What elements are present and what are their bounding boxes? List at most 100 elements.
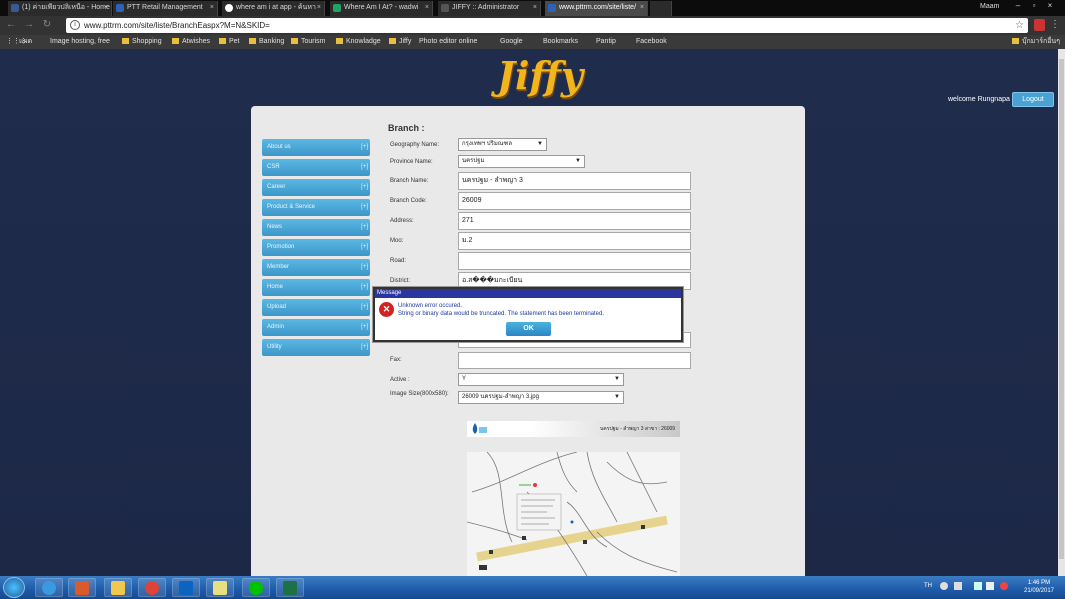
sidebar-item-news[interactable]: News [+] (262, 219, 370, 236)
close-window-icon[interactable]: × (1042, 0, 1058, 12)
bookmark-folder[interactable]: Atwishes (172, 35, 210, 49)
sidebar-item-admin[interactable]: Admin [+] (262, 319, 370, 336)
taskbar-outlook[interactable] (172, 578, 200, 597)
ok-button[interactable]: OK (506, 322, 551, 336)
logout-button[interactable]: Logout (1012, 92, 1054, 107)
network-icon[interactable] (974, 582, 982, 590)
tab-label: Where Am I At? - wadwi (344, 4, 419, 11)
sidebar-item-member[interactable]: Member [+] (262, 259, 370, 276)
taskbar-app[interactable] (68, 578, 96, 597)
bookmark-item[interactable]: Bookmarks (543, 35, 578, 49)
taskbar-chrome[interactable] (138, 578, 166, 597)
back-icon[interactable]: ← (4, 19, 18, 32)
bookmark-star-icon[interactable]: ☆ (1015, 18, 1024, 33)
new-tab-button[interactable] (650, 1, 672, 16)
browser-tab-active[interactable]: www.pttrm.com/site/liste/ × (545, 1, 648, 16)
sidebar-item-career[interactable]: Career [+] (262, 179, 370, 196)
bookmark-item[interactable]: Pantip (596, 35, 616, 49)
info-icon[interactable]: i (70, 20, 80, 30)
forward-icon[interactable]: → (22, 19, 36, 32)
taskbar-ie[interactable] (35, 578, 63, 597)
scrollbar-thumb[interactable] (1059, 59, 1064, 559)
close-tab-icon[interactable]: × (533, 1, 537, 15)
taskbar-line[interactable] (242, 578, 270, 597)
language-indicator[interactable]: TH (924, 583, 932, 589)
taskbar-excel[interactable] (276, 578, 304, 597)
sidebar-item-promotion[interactable]: Promotion [+] (262, 239, 370, 256)
sidebar-item-product-service[interactable]: Product & Service [+] (262, 199, 370, 216)
error-message-dialog: Message ✕ Unknown error occured. String … (373, 287, 683, 342)
bookmark-item[interactable]: Google (500, 35, 523, 49)
address-bar[interactable]: i www.pttrm.com/site/liste/BranchEaspx?M… (66, 18, 1028, 33)
keyboard-icon[interactable] (954, 582, 962, 590)
expand-icon: [+] (361, 344, 368, 350)
jiffy-logo[interactable]: Jiffy (497, 52, 583, 104)
province-label: Province Name: (390, 159, 433, 165)
address-input[interactable]: 271 (458, 212, 691, 230)
sidebar-item-about-us[interactable]: About us [+] (262, 139, 370, 156)
tab-label: www.pttrm.com/site/liste/ (559, 4, 637, 11)
expand-icon: [+] (361, 324, 368, 330)
geography-select[interactable]: กรุงเทพฯ ปริมณฑล ▼ (458, 138, 547, 151)
branch-code-label: Branch Code: (390, 198, 427, 204)
sidebar-item-csr[interactable]: CSR [+] (262, 159, 370, 176)
bookmark-item[interactable]: Facebook (636, 35, 667, 49)
bookmark-folder[interactable]: บุ๊กมาร์กอื่นๆ (1012, 35, 1060, 49)
bookmark-folder[interactable]: Banking (249, 35, 284, 49)
address-label: Address: (390, 218, 414, 224)
bookmark-item[interactable]: แผด (19, 35, 32, 49)
extension-icon[interactable] (1034, 19, 1045, 31)
expand-icon: [+] (361, 184, 368, 190)
browser-tab[interactable]: where am i at app - ค้นหา × (222, 1, 325, 16)
restore-icon[interactable]: ▫ (1026, 0, 1042, 12)
active-select[interactable]: Y ▼ (458, 373, 624, 386)
browser-tab[interactable]: JIFFY :: Administrator × (438, 1, 541, 16)
dropdown-arrow-icon: ▼ (537, 141, 543, 147)
branch-image-caption: นครปฐม - ลำพญา 3 สาขา : 26009 (600, 426, 676, 432)
notification-icon[interactable] (1000, 582, 1008, 590)
close-tab-icon[interactable]: × (640, 1, 644, 15)
minimize-icon[interactable]: – (1010, 0, 1026, 12)
menu-icon[interactable]: ⋮ (1050, 18, 1060, 32)
bookmark-item[interactable]: Photo editor online (419, 35, 477, 49)
province-select[interactable]: นครปฐม ▼ (458, 155, 585, 168)
browser-tab[interactable]: PTT Retail Management × (113, 1, 218, 16)
sidebar-item-home[interactable]: Home [+] (262, 279, 370, 296)
sidebar-item-utility[interactable]: Utility [+] (262, 339, 370, 356)
app-icon (75, 581, 89, 595)
sidebar-item-upload[interactable]: Upload [+] (262, 299, 370, 316)
road-input[interactable] (458, 252, 691, 270)
branch-name-input[interactable]: นครปฐม - ลำพญา 3 (458, 172, 691, 190)
vertical-scrollbar[interactable] (1058, 49, 1065, 576)
clock[interactable]: 1:46 PM 21/09/2017 (1022, 579, 1056, 595)
expand-icon: [+] (361, 264, 368, 270)
expand-icon: [+] (361, 224, 368, 230)
help-icon[interactable] (940, 582, 948, 590)
close-tab-icon[interactable]: × (104, 1, 108, 15)
bookmark-folder[interactable]: Jiffy (389, 35, 411, 49)
reload-icon[interactable]: ↻ (40, 19, 54, 32)
volume-icon[interactable] (986, 582, 994, 590)
moo-input[interactable]: ม.2 (458, 232, 691, 250)
fax-input[interactable] (458, 352, 691, 369)
profile-name[interactable]: Maam (980, 1, 1006, 13)
close-tab-icon[interactable]: × (210, 1, 214, 15)
branch-code-input[interactable]: 26009 (458, 192, 691, 210)
image-select[interactable]: 26009 นครปฐม-ลำพญา 3.jpg ▼ (458, 391, 624, 404)
close-tab-icon[interactable]: × (425, 1, 429, 15)
taskbar-explorer[interactable] (104, 578, 132, 597)
bookmark-folder[interactable]: Pet (219, 35, 240, 49)
browser-tab[interactable]: Where Am I At? - wadwi × (330, 1, 433, 16)
dialog-title: Message (375, 289, 681, 298)
taskbar-notes[interactable] (206, 578, 234, 597)
close-tab-icon[interactable]: × (317, 1, 321, 15)
start-button[interactable] (3, 577, 25, 598)
url-text[interactable]: www.pttrm.com/site/liste/BranchEaspx?M=N… (84, 18, 270, 33)
bookmark-folder[interactable]: Shopping (122, 35, 162, 49)
site-favicon-icon (548, 4, 556, 12)
bookmark-item[interactable]: Image hosting, free (50, 35, 110, 49)
bookmark-folder[interactable]: Tourism (291, 35, 326, 49)
geography-label: Geography Name: (390, 142, 440, 148)
bookmark-folder[interactable]: Knowladge (336, 35, 381, 49)
browser-tab[interactable]: (1) ค่ายเพียวปลิเหนือ - Home × (8, 1, 112, 16)
